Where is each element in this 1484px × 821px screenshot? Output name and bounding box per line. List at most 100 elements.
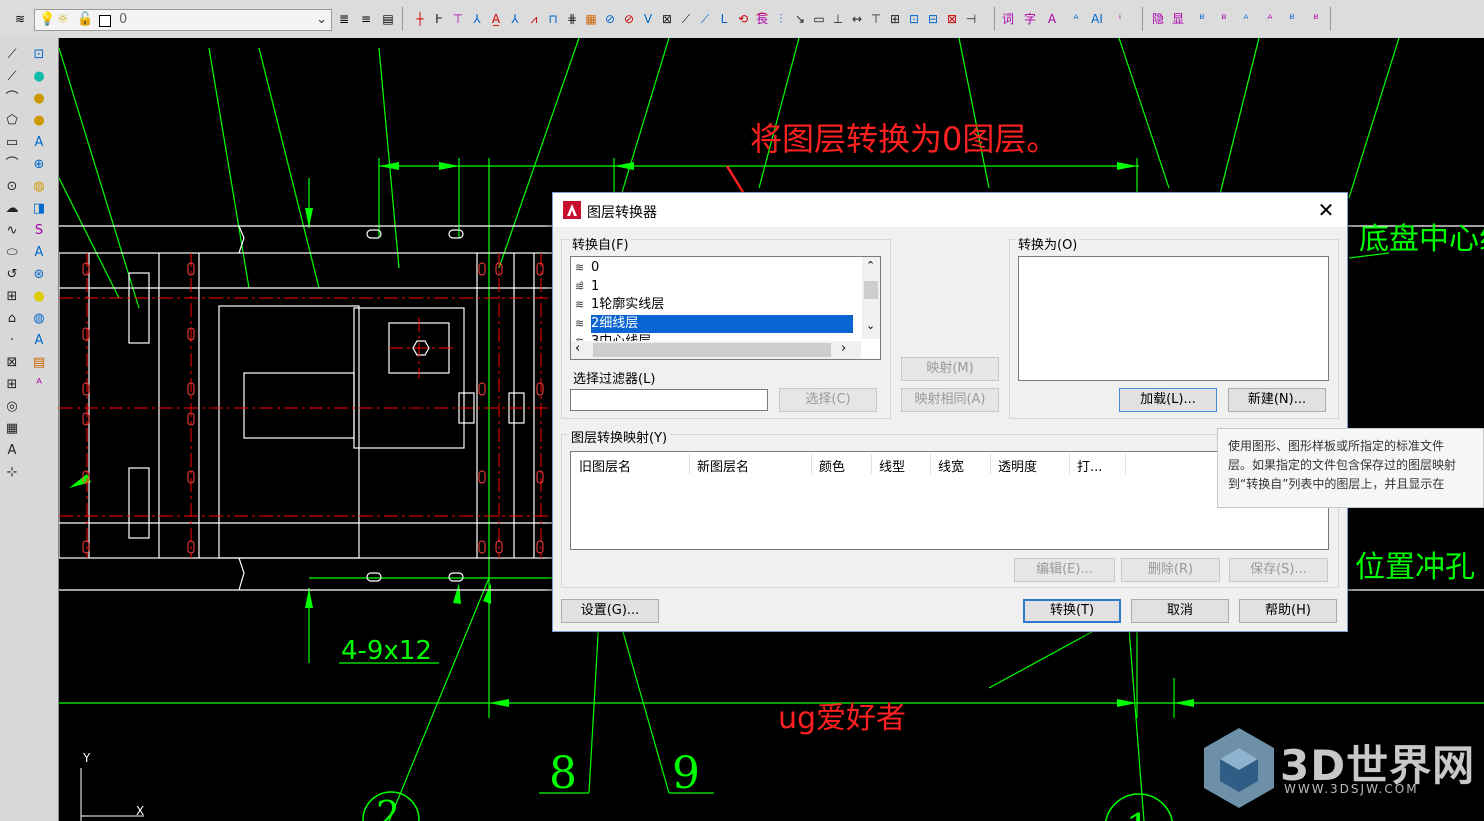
layer-previous-icon[interactable]: ≡ — [356, 9, 376, 29]
show-button[interactable]: 显 — [1168, 9, 1188, 29]
layer-properties-icon[interactable]: ≋ — [10, 9, 30, 29]
tool-icon-18[interactable]: ⟲ — [733, 9, 753, 29]
column-header[interactable]: 旧图层名 — [579, 456, 631, 475]
bulb-icon[interactable]: 💡 — [39, 10, 55, 30]
draw-tool-icon-10[interactable]: ⬭ — [1, 242, 23, 264]
tool-icon-3[interactable]: ⊤ — [448, 9, 468, 29]
column-header[interactable]: 线宽 — [938, 456, 964, 475]
modify-tool-icon-5[interactable]: A — [28, 132, 50, 154]
convert-to-list[interactable] — [1018, 256, 1329, 381]
close-icon[interactable]: ✕ — [1315, 199, 1337, 221]
help-button[interactable]: 帮助(H) — [1239, 599, 1337, 623]
modify-tool-icon-8[interactable]: ◨ — [28, 198, 50, 220]
draw-tool-icon-13[interactable]: ⌂ — [1, 308, 23, 330]
tool-icon-2[interactable]: Ⱶ — [429, 9, 449, 29]
text-tool-icon-4[interactable]: ᴮ — [1192, 9, 1212, 29]
scroll-left-icon[interactable]: ‹ — [575, 341, 580, 356]
scroll-thumb[interactable] — [864, 281, 878, 299]
tool-icon-27[interactable]: ⊡ — [904, 9, 924, 29]
text-tool-icon-1[interactable]: A — [1042, 9, 1062, 29]
draw-tool-icon-16[interactable]: ⊞ — [1, 374, 23, 396]
modify-tool-icon-6[interactable]: ⊕ — [28, 154, 50, 176]
tool-icon-9[interactable]: ⋕ — [562, 9, 582, 29]
draw-tool-icon-14[interactable]: · — [1, 330, 23, 352]
draw-tool-icon-15[interactable]: ⊠ — [1, 352, 23, 374]
text-tool-icon-7[interactable]: ᴬ — [1260, 9, 1280, 29]
filter-input[interactable] — [570, 389, 768, 411]
word-button[interactable]: 词 — [998, 9, 1018, 29]
modify-tool-icon-1[interactable]: ⊡ — [28, 44, 50, 66]
column-header[interactable]: 颜色 — [819, 456, 845, 475]
new-button[interactable]: 新建(N)... — [1228, 388, 1326, 412]
modify-tool-icon-15[interactable]: ▤ — [28, 352, 50, 374]
draw-tool-icon-4[interactable]: ⬠ — [1, 110, 23, 132]
draw-tool-icon-20[interactable]: ⊹ — [1, 462, 23, 484]
modify-tool-icon-10[interactable]: A — [28, 242, 50, 264]
layer-dropdown[interactable]: 💡 ☼ 🔓 0 ⌄ — [34, 9, 332, 31]
tool-icon-13[interactable]: Ⅴ — [638, 9, 658, 29]
map-button[interactable]: 映射(M) — [901, 357, 999, 381]
tool-icon-21[interactable]: ↘ — [790, 9, 810, 29]
text-tool-icon-2[interactable]: ᴬ — [1066, 9, 1086, 29]
draw-tool-icon-8[interactable]: ☁ — [1, 198, 23, 220]
draw-tool-icon-1[interactable]: ⟋ — [1, 44, 23, 66]
tool-icon-1[interactable]: ┼ — [410, 9, 430, 29]
mapping-table[interactable]: 旧图层名 新图层名 颜色 线型 线宽 透明度 打... — [570, 451, 1329, 550]
tool-icon-20[interactable]: ⫶ — [771, 9, 791, 29]
layer-match-icon[interactable]: ≣ — [334, 9, 354, 29]
chevron-down-icon[interactable]: ⌄ — [316, 10, 327, 30]
lock-icon[interactable]: 🔓 — [77, 10, 93, 30]
draw-tool-icon-7[interactable]: ⊙ — [1, 176, 23, 198]
column-header[interactable]: 新图层名 — [697, 456, 749, 475]
list-item[interactable]: ≋ 0 — [575, 259, 599, 277]
load-button[interactable]: 加载(L)... — [1119, 388, 1217, 412]
draw-tool-icon-12[interactable]: ⊞ — [1, 286, 23, 308]
select-button[interactable]: 选择(C) — [779, 388, 877, 412]
ai-button[interactable]: AI — [1087, 9, 1107, 29]
column-header[interactable]: 线型 — [879, 456, 905, 475]
text-tool-icon-6[interactable]: ᴬ — [1236, 9, 1256, 29]
tool-icon-25[interactable]: ⊤ — [866, 9, 886, 29]
tool-icon-26[interactable]: ⊞ — [885, 9, 905, 29]
scroll-up-icon[interactable]: ⌃ — [866, 259, 875, 272]
text-tool-icon-9[interactable]: ᴮ — [1306, 9, 1326, 29]
draw-tool-icon-6[interactable]: ⌒ — [1, 154, 23, 176]
tool-icon-7[interactable]: ⩘ — [524, 9, 544, 29]
sun-icon[interactable]: ☼ — [57, 10, 69, 30]
text-tool-icon-5[interactable]: ᴮ — [1214, 9, 1234, 29]
list-vertical-scrollbar[interactable]: ⌃ ⌄ — [862, 257, 880, 339]
tool-icon-14[interactable]: ⊠ — [657, 9, 677, 29]
list-horizontal-scrollbar[interactable]: ‹ › — [571, 341, 861, 359]
tool-icon-15[interactable]: ⟋ — [676, 9, 696, 29]
draw-tool-icon-11[interactable]: ↺ — [1, 264, 23, 286]
list-item[interactable]: ≋ 2细线层 — [575, 314, 853, 333]
draw-tool-icon-2[interactable]: ⟋ — [1, 66, 23, 88]
modify-tool-icon-13[interactable]: ◍ — [28, 308, 50, 330]
draw-tool-icon-3[interactable]: ⌒ — [1, 88, 23, 110]
edit-button[interactable]: 编辑(E)... — [1014, 558, 1115, 582]
draw-tool-icon-17[interactable]: ◎ — [1, 396, 23, 418]
text-tool-icon-8[interactable]: ᴮ — [1282, 9, 1302, 29]
layer-states-icon[interactable]: ▤ — [378, 9, 398, 29]
tool-icon-10[interactable]: ▦ — [581, 9, 601, 29]
tool-icon-4[interactable]: ⅄ — [467, 9, 487, 29]
list-item[interactable]: ≋ 1轮廓实线层 — [575, 296, 664, 314]
delete-button[interactable]: 删除(R) — [1121, 558, 1220, 582]
char-button[interactable]: 字 — [1020, 9, 1040, 29]
tool-icon-24[interactable]: ↔ — [847, 9, 867, 29]
column-header[interactable]: 打... — [1077, 456, 1102, 475]
draw-tool-icon-18[interactable]: ▦ — [1, 418, 23, 440]
column-header[interactable]: 透明度 — [998, 456, 1037, 475]
modify-tool-icon-12[interactable]: ● — [28, 286, 50, 308]
text-tool-icon-3[interactable]: ⁱ — [1110, 9, 1130, 29]
modify-tool-icon-4[interactable]: ● — [28, 110, 50, 132]
tool-icon-23[interactable]: ⊥ — [828, 9, 848, 29]
tool-icon-30[interactable]: ⊣ — [961, 9, 981, 29]
cancel-button[interactable]: 取消 — [1131, 599, 1229, 623]
tool-icon-29[interactable]: ⊠ — [942, 9, 962, 29]
settings-button[interactable]: 设置(G)... — [561, 599, 659, 623]
draw-tool-icon-19[interactable]: A — [1, 440, 23, 462]
tool-icon-28[interactable]: ⊟ — [923, 9, 943, 29]
tool-icon-16[interactable]: ⟋ — [695, 9, 715, 29]
tool-icon-22[interactable]: ▭ — [809, 9, 829, 29]
